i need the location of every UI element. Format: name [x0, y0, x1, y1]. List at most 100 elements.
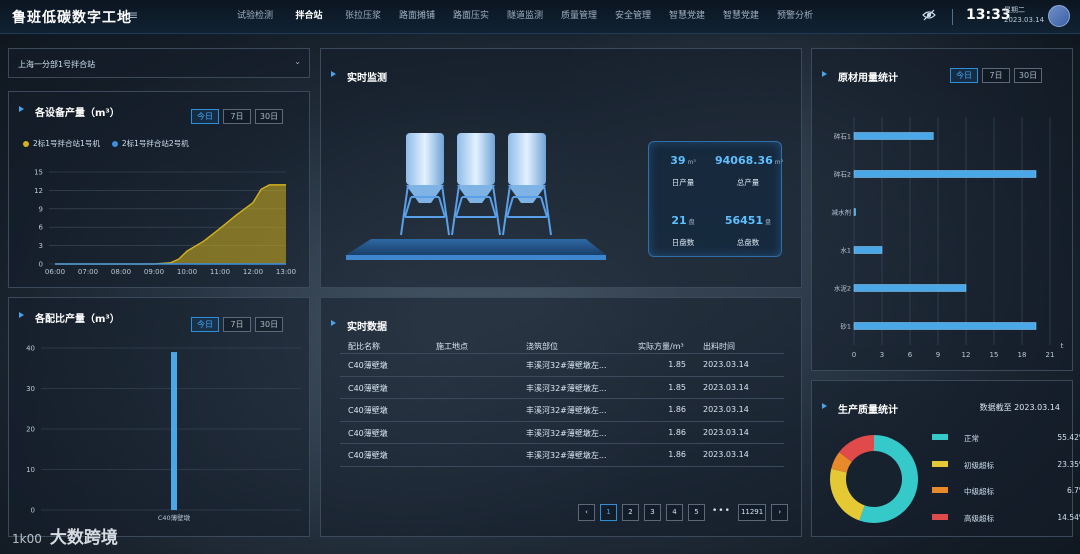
x-tick-label: 18: [1018, 351, 1027, 359]
range-tab[interactable]: 今日: [191, 109, 219, 124]
nav-item[interactable]: 隧道监测: [498, 0, 552, 34]
nav-item[interactable]: 拌合站: [282, 0, 336, 34]
panel-title: 各设备产量（m³）: [19, 104, 120, 119]
page-button[interactable]: 3: [644, 504, 661, 521]
prev-page-button[interactable]: ‹: [578, 504, 595, 521]
stat-daily-output: 39 m³ 日产量: [653, 154, 713, 188]
stat-label: 总产量: [736, 178, 760, 187]
area-fill-series-1: [55, 184, 286, 264]
legend-label: 正常: [964, 434, 979, 443]
hide-eye-icon[interactable]: [922, 9, 936, 21]
watermark-text: 大数跨境: [49, 528, 118, 548]
nav-item[interactable]: 试验检测: [228, 0, 282, 34]
y-tick-label: 水泥2: [834, 284, 851, 293]
range-tab[interactable]: 30日: [255, 317, 283, 332]
device-output-chart: 0 3 6 9 12 15 06:00 07:00 08:00 09:00 10:00 11:00 12…: [34, 169, 296, 277]
page-button[interactable]: 4: [666, 504, 683, 521]
nav-item[interactable]: 预警分析: [768, 0, 822, 34]
nav-item[interactable]: 张拉压浆: [336, 0, 390, 34]
page-ellipsis[interactable]: •••: [710, 504, 733, 521]
x-tick-label: 07:00: [78, 268, 98, 276]
table-row[interactable]: C40薄壁墩 丰溪河32#薄壁墩左... 1.85 2023.03.14: [340, 354, 784, 377]
bar: [853, 208, 856, 216]
range-tab[interactable]: 7日: [223, 109, 251, 124]
x-tick-label: 12: [962, 351, 971, 359]
legend-swatch: [932, 434, 948, 440]
y-tick-label: 40: [26, 345, 35, 353]
range-tab[interactable]: 今日: [191, 317, 219, 332]
legend-item[interactable]: 2标1号拌合站2号机: [111, 138, 189, 149]
material-usage-chart: 0 3 6 9 12 15 18 21 t 碎石1 碎石2 减水剂水1 水泥2 砂1: [832, 117, 1064, 359]
y-tick-label: 砂1: [840, 322, 851, 331]
column-header: 施工地点: [436, 342, 468, 351]
avatar[interactable]: [1048, 5, 1070, 27]
chevron-down-icon: ⌄: [294, 57, 301, 66]
range-tab[interactable]: 今日: [950, 68, 978, 83]
table-cell: C40薄壁墩: [348, 383, 388, 393]
page-button[interactable]: 2: [622, 504, 639, 521]
menu-icon[interactable]: ≡: [128, 8, 138, 22]
last-page-button[interactable]: 11291: [737, 504, 767, 521]
panel-title: 实时数据: [331, 318, 387, 333]
y-tick-label: 12: [34, 187, 43, 195]
range-tab[interactable]: 7日: [223, 317, 251, 332]
station-select[interactable]: 上海一分部1号拌合站 ⌄: [8, 48, 310, 78]
legend-swatch: [932, 487, 948, 493]
chart-legend: 2标1号拌合站1号机 2标1号拌合站2号机: [23, 138, 189, 149]
nav-item[interactable]: 路面摊铺: [390, 0, 444, 34]
y-tick-label: 碎石2: [834, 170, 851, 179]
ratio-output-panel: 各配比产量（m³） 今日 7日 30日 0 10 20 30 40 C40薄壁墩: [8, 297, 310, 537]
table-row[interactable]: C40薄壁墩 丰溪河32#薄壁墩左... 1.86 2023.03.14: [340, 444, 784, 467]
data-as-of: 数据截至 2023.03.14: [979, 403, 1060, 412]
nav-item[interactable]: 路面压实: [444, 0, 498, 34]
legend-swatch: [23, 141, 29, 147]
nav-item[interactable]: 安全管理: [606, 0, 660, 34]
stat-value: 39: [670, 154, 686, 167]
table-row[interactable]: C40薄壁墩 丰溪河32#薄壁墩左... 1.86 2023.03.14: [340, 399, 784, 422]
stat-total-output: 94068.36 m³ 总产量: [715, 154, 783, 188]
realtime-data-table: 配比名称 施工地点 浇筑部位 实际方量/m³ 出料时间 C40薄壁墩 丰溪河32#薄壁墩左.…: [340, 338, 784, 467]
table-header: 配比名称 施工地点 浇筑部位 实际方量/m³ 出料时间: [340, 338, 784, 354]
date-block: 星期二 2023.03.14: [1004, 5, 1044, 25]
stat-unit: m³: [687, 159, 696, 166]
bar: [853, 284, 967, 292]
nav-item[interactable]: 智慧党建: [660, 0, 714, 34]
y-tick-label: 6: [39, 224, 44, 232]
legend-label: 高级超标: [964, 513, 994, 523]
stat-label: 日产量: [671, 178, 695, 187]
legend-item[interactable]: 2标1号拌合站1号机: [23, 138, 100, 149]
page-button[interactable]: 5: [688, 504, 705, 521]
table-cell: 2023.03.14: [703, 360, 749, 369]
next-page-button[interactable]: ›: [771, 504, 789, 521]
x-tick-label: 09:00: [144, 268, 164, 276]
x-axis-label: t: [1061, 342, 1064, 350]
range-tabs: 今日 7日 30日: [950, 68, 1042, 83]
table-cell: 1.86: [668, 427, 686, 437]
column-header: 实际方量/m³: [638, 342, 684, 351]
app-title: 鲁班低碳数字工地: [12, 10, 132, 26]
y-tick-label: 水1: [840, 246, 851, 255]
table-cell: 丰溪河32#薄壁墩左...: [526, 406, 607, 416]
watermark-logo: 1k00: [12, 532, 42, 546]
x-tick-label: 9: [936, 351, 940, 359]
range-tab[interactable]: 30日: [255, 109, 283, 124]
page-button[interactable]: 1: [600, 504, 617, 521]
stat-value: 94068.36: [715, 154, 773, 167]
x-tick-label: 3: [880, 351, 884, 359]
table-cell: 1.85: [668, 360, 686, 369]
column-header: 出料时间: [703, 342, 735, 351]
y-tick-label: 0: [31, 507, 35, 515]
panel-title: 各配比产量（m³）: [19, 310, 120, 325]
x-tick-label: 10:00: [177, 268, 197, 276]
range-tab[interactable]: 30日: [1014, 68, 1042, 83]
nav-item[interactable]: 质量管理: [552, 0, 606, 34]
nav-item[interactable]: 智慧党建: [714, 0, 768, 34]
ratio-output-chart: 0 10 20 30 40 C40薄壁墩: [26, 345, 301, 522]
table-row[interactable]: C40薄壁墩 丰溪河32#薄壁墩左... 1.86 2023.03.14: [340, 422, 784, 445]
column-header: 配比名称: [348, 342, 380, 351]
table-row[interactable]: C40薄壁墩 丰溪河32#薄壁墩左... 1.85 2023.03.14: [340, 377, 784, 400]
x-tick-label: 11:00: [210, 268, 230, 276]
range-tab[interactable]: 7日: [982, 68, 1010, 83]
table-cell: 2023.03.14: [703, 450, 749, 460]
x-tick-label: 6: [908, 351, 913, 359]
